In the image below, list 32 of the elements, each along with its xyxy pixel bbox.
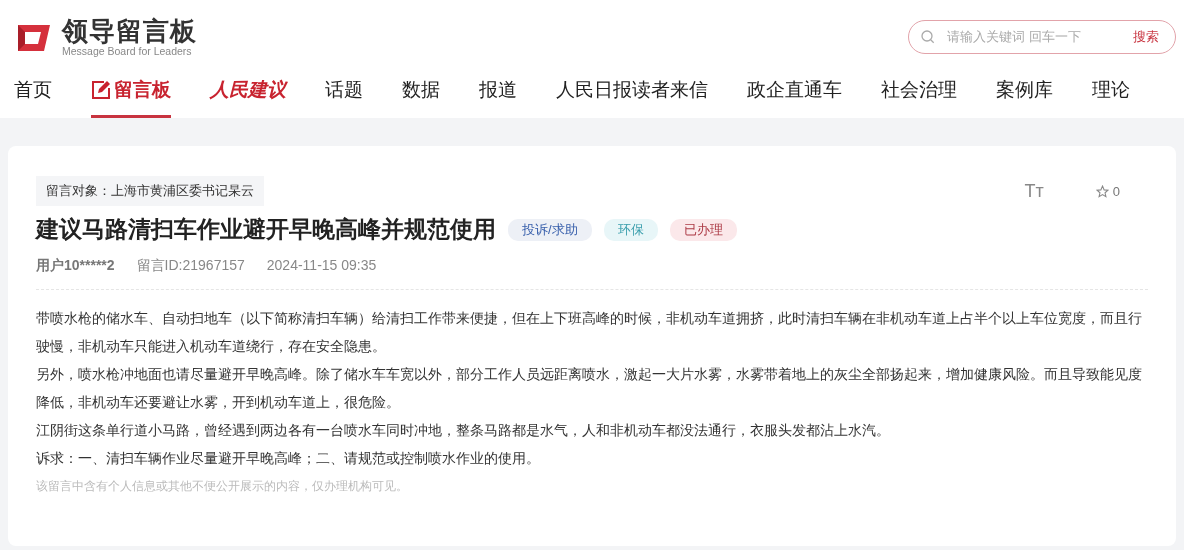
message-id: 留言ID:21967157 [136,257,245,275]
nav-tab[interactable]: 理论 [1092,73,1130,118]
logo-subtitle: Message Board for Leaders [62,44,193,57]
star-icon[interactable] [1095,184,1109,198]
nav-tab[interactable]: 人民日报读者来信 [556,73,708,118]
logo-title: 领导留言板 [62,16,197,45]
privacy-note: 该留言中含有个人信息或其他不便公开展示的内容，仅办理机构可见。 [36,478,409,495]
message-paragraph: 诉求：一、清扫车辆作业尽量避开早晚高峰；二、请规范或控制喷水作业的使用。 [36,449,541,468]
search-icon [921,29,935,44]
nav-tab[interactable]: 报道 [479,73,517,118]
nav-tab[interactable]: 留言板 [91,73,171,118]
nav-tab[interactable]: 人民建议 [210,73,286,118]
tag: 投诉/求助 [508,218,592,241]
nav-tab[interactable]: 政企直通车 [747,73,842,118]
nav-tab[interactable]: 话题 [325,73,363,118]
message-time: 2024-11-15 09:35 [266,257,377,275]
message-paragraph: 带喷水枪的储水车、自动扫地车（以下简称清扫车辆）给清扫工作带来便捷，但在上下班高峰的时候，非机动车道拥挤，此时清扫车辆在非机动车道上占半个以上车位宽度，而且行驶慢，非机动车只能进入机动车道绕行，存在安全隐患。 [36,309,1143,356]
tag: 已办理 [669,218,737,241]
nav-tab[interactable]: 数据 [402,73,440,118]
message-title: 建议马路清扫车作业避开早晚高峰并规范使用 [36,215,496,244]
user-name: 用户10*****2 [36,257,115,275]
tag: 环保 [603,218,658,241]
nav-tab[interactable]: 首页 [14,73,52,118]
font-size-button[interactable]: Tт [1024,180,1044,202]
nav-tab[interactable]: 案例库 [996,73,1053,118]
nav-tab[interactable]: 社会治理 [881,73,957,118]
message-paragraph: 江阴街这条单行道小马路，曾经遇到两边各有一台喷水车同时冲地，整条马路都是水气，人和非机动车都没法通行，衣服头发都沾上水汽。 [36,421,891,440]
message-paragraph: 另外，喷水枪冲地面也请尽量避开早晚高峰。除了储水车车宽以外，部分工作人员远距离喷水，激起一大片水雾，水雾带着地上的灰尘全部扬起来，增加健康风险。而且导致能见度降低，非机动车还要避让水雾，开到机动车道上，很危险。 [36,365,1143,412]
search-button[interactable]: 搜索 [1133,27,1159,46]
favorite-count: 0 [1112,183,1120,199]
edit-icon [91,80,111,100]
message-target: 留言对象：上海市黄浦区委书记杲云 [36,176,264,206]
